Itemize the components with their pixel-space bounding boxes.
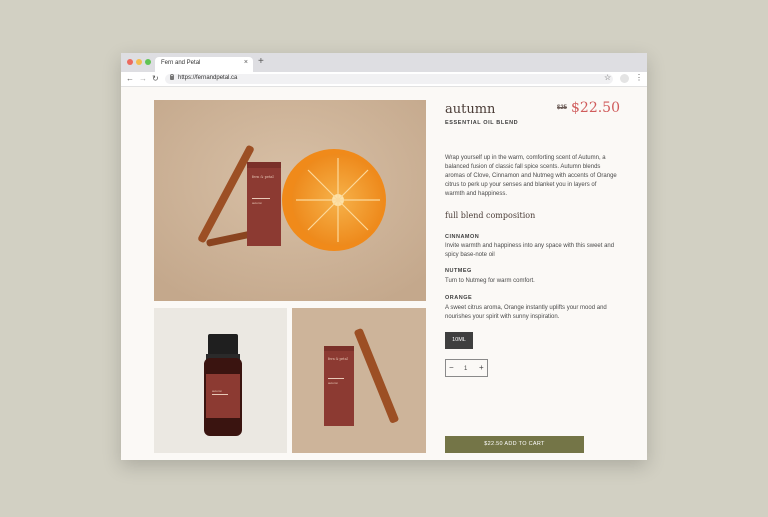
tab-bar: Fern and Petal × +: [121, 53, 647, 72]
new-tab-button[interactable]: +: [258, 57, 264, 67]
address-bar[interactable]: https://fernandpetal.ca: [165, 74, 613, 84]
maximize-window-button[interactable]: [145, 59, 151, 65]
quantity-value[interactable]: 1: [464, 364, 467, 374]
browser-tab[interactable]: Fern and Petal ×: [155, 57, 253, 72]
product-description: Wrap yourself up in the warm, comforting…: [445, 155, 617, 197]
ingredient-description: Invite warmth and happiness into any spa…: [445, 243, 615, 258]
main-photo-illustration: fern & petal autumn: [154, 100, 426, 301]
reload-icon[interactable]: ↻: [152, 74, 159, 84]
forward-arrow-icon[interactable]: →: [139, 74, 147, 84]
thumbnail-bottle[interactable]: autumn: [154, 308, 287, 453]
bottle-illustration: autumn: [154, 308, 287, 453]
minimize-window-button[interactable]: [136, 59, 142, 65]
url-text: https://fernandpetal.ca: [178, 75, 238, 81]
lock-icon: [170, 74, 174, 80]
ingredient-name: CINNAMON: [445, 234, 480, 240]
tab-title: Fern and Petal: [161, 60, 201, 66]
star-icon[interactable]: ☆: [604, 73, 611, 82]
close-window-button[interactable]: [127, 59, 133, 65]
browser-window: Fern and Petal × + ← → ↻ https://fernand…: [121, 53, 647, 460]
svg-text:fern & petal: fern & petal: [328, 357, 348, 361]
svg-text:fern & petal: fern & petal: [252, 175, 274, 179]
product-subtitle: ESSENTIAL OIL BLEND: [445, 120, 519, 126]
ingredient-description: Turn to Nutmeg for warm comfort.: [445, 278, 535, 284]
svg-text:autumn: autumn: [328, 381, 338, 385]
menu-icon[interactable]: ⋮: [635, 73, 643, 82]
browser-toolbar: ← → ↻ https://fernandpetal.ca ☆ ⋮: [121, 72, 647, 87]
ingredient-description: A sweet citrus aroma, Orange instantly u…: [445, 305, 607, 320]
profile-avatar[interactable]: [620, 74, 629, 83]
box-illustration: fern & petal autumn: [292, 308, 426, 453]
add-to-cart-button[interactable]: $22.50 ADD TO CART: [445, 436, 584, 453]
ingredient-name: NUTMEG: [445, 268, 472, 274]
svg-text:autumn: autumn: [252, 201, 262, 205]
thumbnail-box[interactable]: fern & petal autumn: [292, 308, 426, 453]
quantity-stepper: − 1 +: [445, 359, 488, 377]
composition-heading: full blend composition: [445, 211, 536, 220]
main-product-photo[interactable]: fern & petal autumn: [154, 100, 426, 301]
sale-price: $22.50: [571, 100, 620, 116]
tab-close-icon[interactable]: ×: [244, 59, 248, 66]
svg-text:autumn: autumn: [212, 389, 222, 393]
back-arrow-icon[interactable]: ←: [126, 74, 134, 84]
product-title: autumn: [445, 102, 496, 117]
size-option-button[interactable]: 10ML: [445, 332, 473, 349]
plus-icon[interactable]: +: [479, 363, 484, 373]
original-price: $25: [557, 105, 568, 111]
ingredient-name: ORANGE: [445, 295, 473, 301]
minus-icon[interactable]: −: [449, 363, 454, 373]
